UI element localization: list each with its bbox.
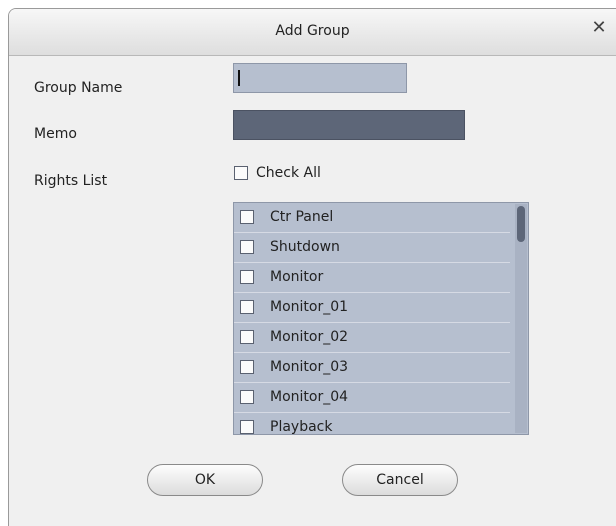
cancel-button[interactable]: Cancel bbox=[342, 464, 458, 496]
rights-item-label: Monitor bbox=[270, 269, 324, 285]
rights-item-monitor[interactable]: Monitor bbox=[234, 263, 510, 293]
checkbox[interactable] bbox=[240, 360, 254, 374]
memo-input[interactable] bbox=[233, 110, 465, 140]
list-scrollbar[interactable] bbox=[515, 204, 527, 433]
rights-item-monitor-02[interactable]: Monitor_02 bbox=[234, 323, 510, 353]
rights-item-monitor-04[interactable]: Monitor_04 bbox=[234, 383, 510, 413]
rights-item-label: Monitor_04 bbox=[270, 389, 349, 405]
title-bar: Add Group ✕ bbox=[9, 9, 616, 56]
rights-item-label: Monitor_02 bbox=[270, 329, 349, 345]
rights-item-label: Playback bbox=[270, 419, 333, 435]
rights-item-label: Monitor_01 bbox=[270, 299, 349, 315]
memo-label: Memo bbox=[34, 126, 77, 142]
checkbox[interactable] bbox=[240, 210, 254, 224]
text-caret bbox=[238, 70, 240, 86]
check-all-checkbox[interactable] bbox=[234, 166, 248, 180]
close-icon[interactable]: ✕ bbox=[590, 19, 608, 37]
checkbox[interactable] bbox=[240, 420, 254, 434]
checkbox[interactable] bbox=[240, 330, 254, 344]
group-name-label: Group Name bbox=[34, 80, 123, 96]
rights-item-label: Ctr Panel bbox=[270, 209, 334, 225]
check-all-toggle[interactable]: Check All bbox=[234, 165, 321, 181]
group-name-input[interactable] bbox=[233, 63, 407, 93]
checkbox[interactable] bbox=[240, 300, 254, 314]
rights-item-shutdown[interactable]: Shutdown bbox=[234, 233, 510, 263]
rights-item-playback[interactable]: Playback bbox=[234, 413, 510, 435]
dialog-title: Add Group bbox=[275, 23, 350, 39]
checkbox[interactable] bbox=[240, 240, 254, 254]
checkbox[interactable] bbox=[240, 390, 254, 404]
rights-item-ctr-panel[interactable]: Ctr Panel bbox=[234, 203, 510, 233]
rights-item-label: Monitor_03 bbox=[270, 359, 349, 375]
rights-list[interactable]: Ctr Panel Shutdown Monitor Monitor_01 Mo… bbox=[233, 202, 529, 435]
checkbox[interactable] bbox=[240, 270, 254, 284]
rights-item-monitor-03[interactable]: Monitor_03 bbox=[234, 353, 510, 383]
rights-list-label: Rights List bbox=[34, 173, 108, 189]
check-all-label: Check All bbox=[256, 165, 321, 181]
rights-item-monitor-01[interactable]: Monitor_01 bbox=[234, 293, 510, 323]
scrollbar-thumb[interactable] bbox=[517, 206, 525, 242]
rights-item-label: Shutdown bbox=[270, 239, 340, 255]
ok-button[interactable]: OK bbox=[147, 464, 263, 496]
